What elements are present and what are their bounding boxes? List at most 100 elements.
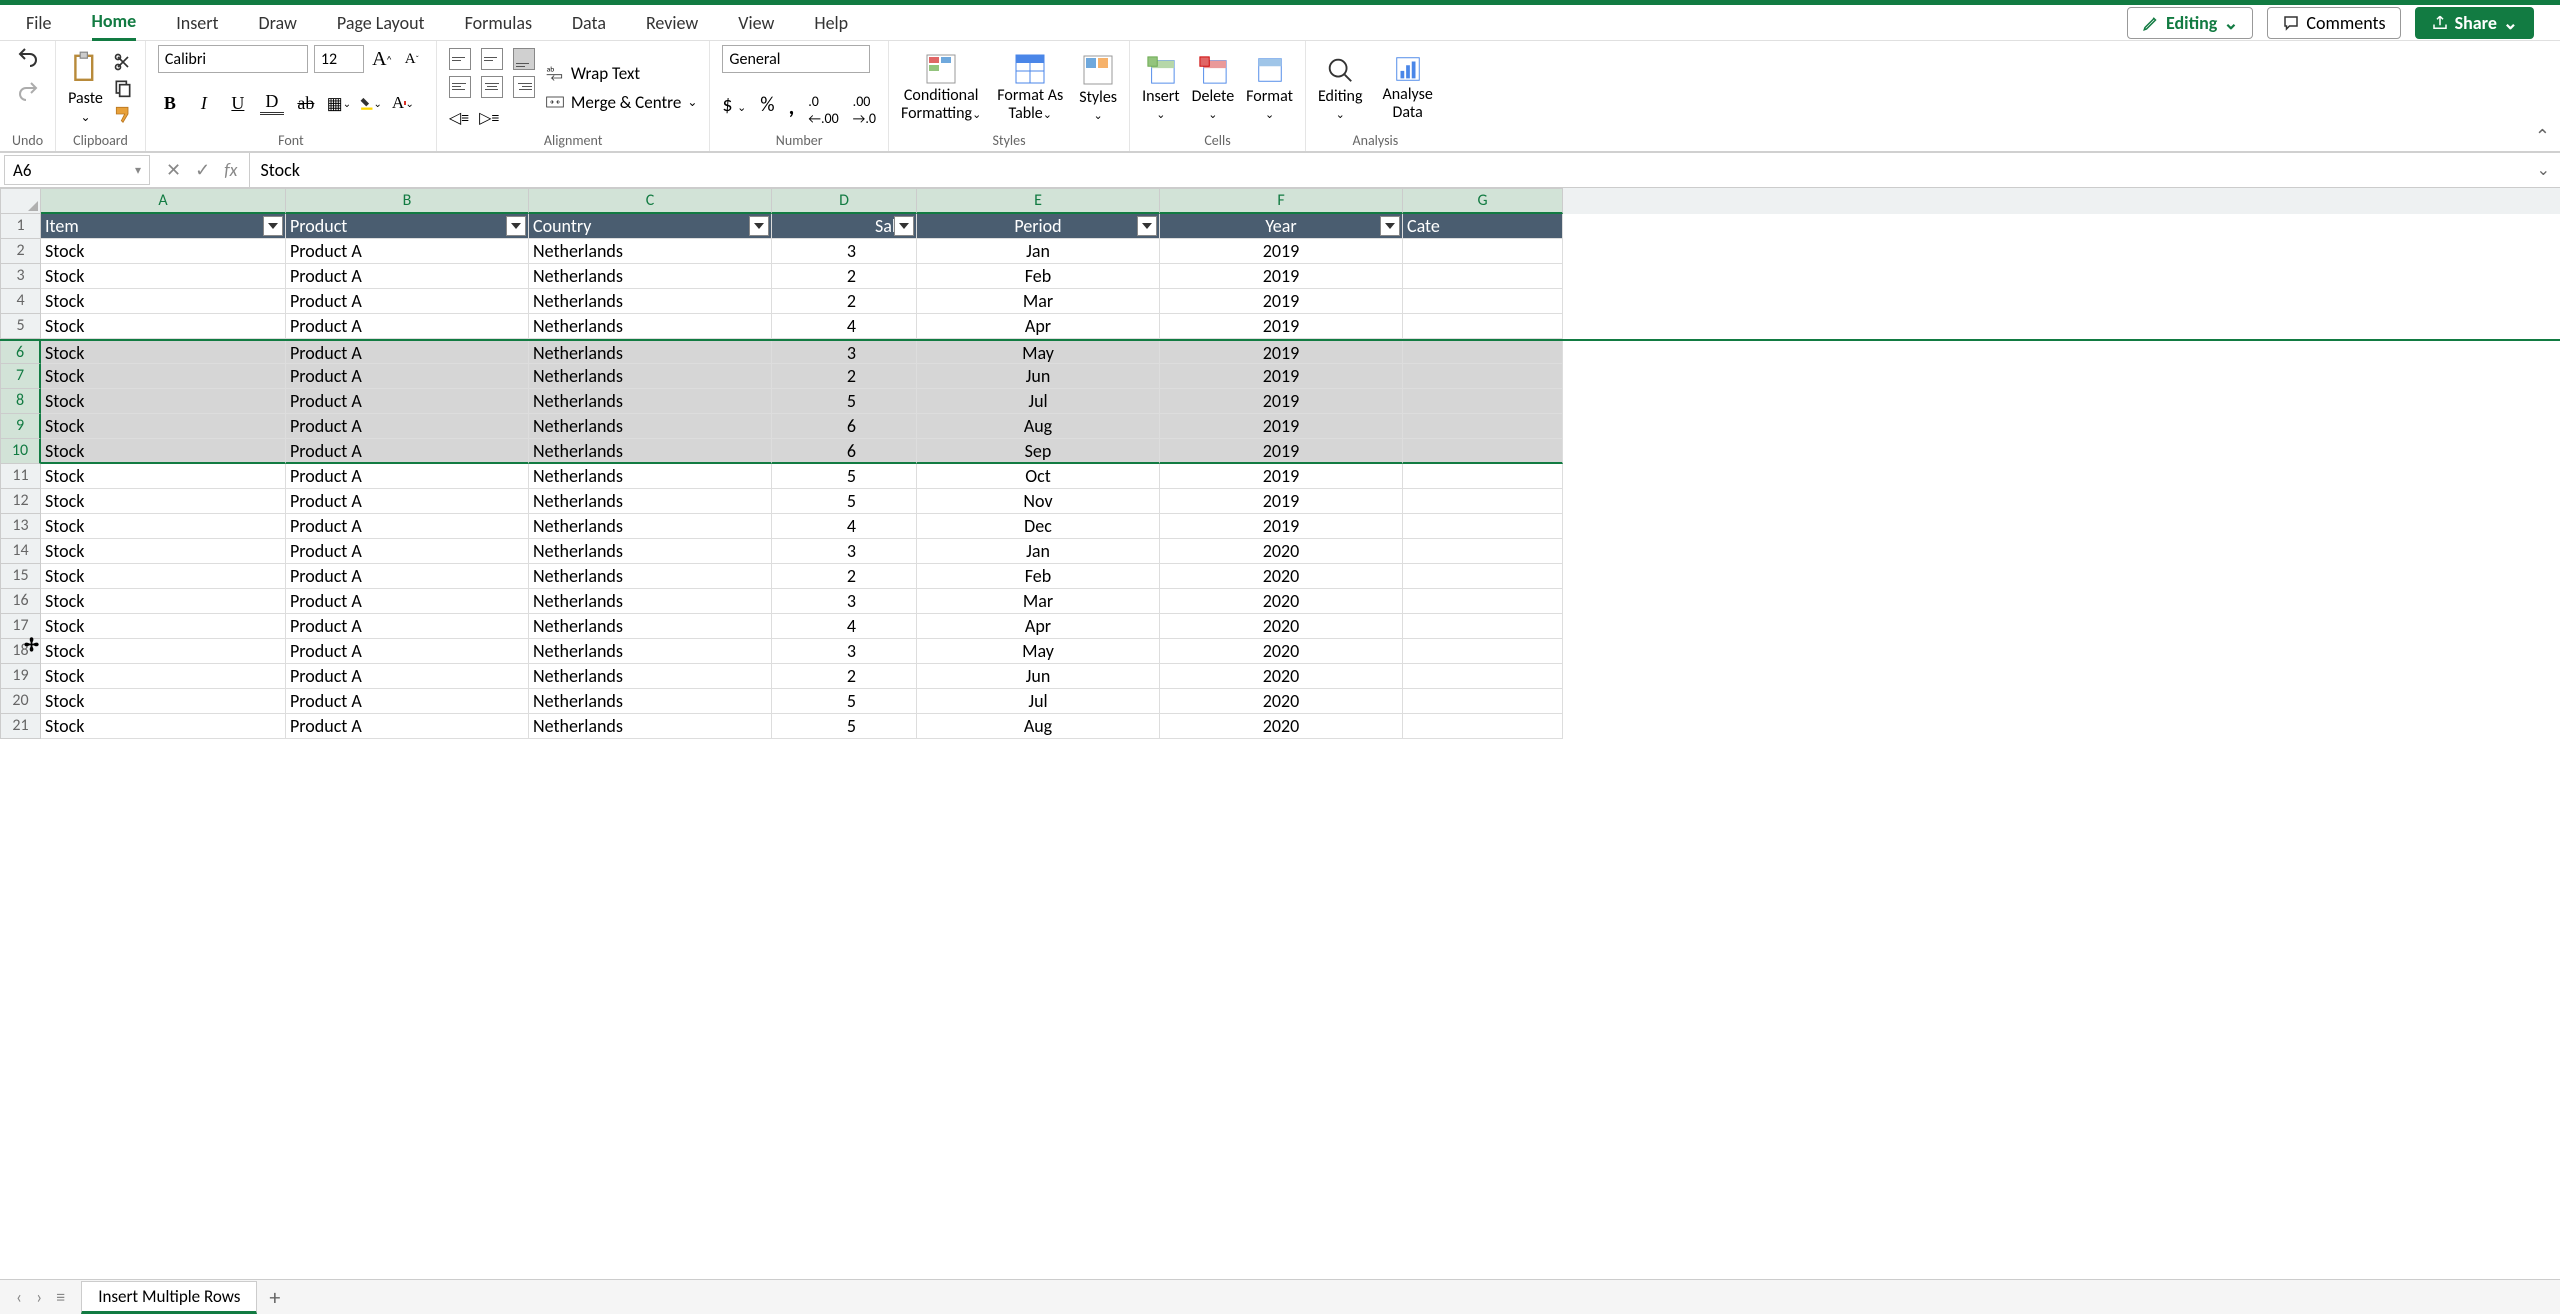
- cell[interactable]: May: [917, 639, 1160, 664]
- double-underline-button[interactable]: D: [260, 91, 284, 115]
- cell[interactable]: Stock: [41, 514, 286, 539]
- cell[interactable]: Mar: [917, 589, 1160, 614]
- cell[interactable]: Stock: [41, 714, 286, 739]
- cell[interactable]: Product A: [286, 389, 529, 414]
- tab-home[interactable]: Home: [92, 4, 137, 41]
- cell[interactable]: Product A: [286, 514, 529, 539]
- cell[interactable]: Product A: [286, 689, 529, 714]
- cell[interactable]: Product A: [286, 264, 529, 289]
- cell[interactable]: Netherlands: [529, 589, 772, 614]
- table-header-cell[interactable]: Sales: [772, 214, 917, 239]
- borders-button[interactable]: ▦⌄: [328, 92, 350, 114]
- font-name-input[interactable]: [158, 45, 308, 73]
- row-header[interactable]: 17: [0, 614, 41, 639]
- row-header[interactable]: 11: [0, 464, 41, 489]
- cell[interactable]: Netherlands: [529, 389, 772, 414]
- tab-data[interactable]: Data: [572, 6, 606, 40]
- tab-view[interactable]: View: [738, 6, 774, 40]
- cell[interactable]: [1403, 689, 1563, 714]
- add-sheet-button[interactable]: +: [257, 1284, 292, 1311]
- cell[interactable]: 2: [772, 264, 917, 289]
- filter-dropdown-icon[interactable]: [506, 216, 526, 236]
- decrease-indent-button[interactable]: ◁≡: [449, 108, 469, 128]
- cell[interactable]: Netherlands: [529, 341, 772, 364]
- tab-formulas[interactable]: Formulas: [465, 6, 532, 40]
- cell[interactable]: Stock: [41, 589, 286, 614]
- cell[interactable]: [1403, 439, 1563, 464]
- column-header-A[interactable]: A: [41, 188, 286, 214]
- cell[interactable]: 2020: [1160, 539, 1403, 564]
- cell[interactable]: Stock: [41, 489, 286, 514]
- table-header-cell[interactable]: Period: [917, 214, 1160, 239]
- cell[interactable]: Stock: [41, 439, 286, 464]
- cell[interactable]: [1403, 639, 1563, 664]
- cell[interactable]: 4: [772, 514, 917, 539]
- cell[interactable]: 2019: [1160, 264, 1403, 289]
- cell[interactable]: Sep: [917, 439, 1160, 464]
- cell[interactable]: 4: [772, 314, 917, 339]
- increase-decimal-button[interactable]: .0←.00: [808, 93, 838, 127]
- bold-button[interactable]: B: [158, 91, 182, 115]
- select-all-corner[interactable]: [0, 188, 41, 214]
- filter-dropdown-icon[interactable]: [1380, 216, 1400, 236]
- cell[interactable]: [1403, 514, 1563, 539]
- row-header[interactable]: 5: [0, 314, 41, 339]
- cell[interactable]: Product A: [286, 364, 529, 389]
- cell[interactable]: 5: [772, 689, 917, 714]
- insert-cells-button[interactable]: Insert⌄: [1142, 55, 1180, 121]
- redo-icon[interactable]: [16, 79, 40, 103]
- column-header-B[interactable]: B: [286, 188, 529, 214]
- cell[interactable]: May: [917, 341, 1160, 364]
- row-header[interactable]: 16: [0, 589, 41, 614]
- cell[interactable]: Product A: [286, 239, 529, 264]
- cell[interactable]: [1403, 664, 1563, 689]
- cell[interactable]: 2019: [1160, 289, 1403, 314]
- cell[interactable]: Product A: [286, 414, 529, 439]
- cell[interactable]: [1403, 239, 1563, 264]
- align-top-button[interactable]: [449, 48, 471, 70]
- align-center-button[interactable]: [481, 76, 503, 98]
- row-header[interactable]: 20: [0, 689, 41, 714]
- row-header[interactable]: 8: [0, 389, 41, 414]
- cell[interactable]: [1403, 714, 1563, 739]
- cell[interactable]: 3: [772, 341, 917, 364]
- cell[interactable]: Netherlands: [529, 464, 772, 489]
- decrease-decimal-button[interactable]: .00→.0: [853, 93, 876, 127]
- copy-icon[interactable]: [113, 78, 133, 98]
- strikethrough-button[interactable]: ab: [294, 91, 318, 115]
- conditional-formatting-button[interactable]: ConditionalFormatting⌄: [901, 53, 981, 122]
- format-cells-button[interactable]: Format⌄: [1246, 55, 1293, 121]
- sheet-prev-icon[interactable]: ‹: [16, 1286, 22, 1308]
- cell[interactable]: Dec: [917, 514, 1160, 539]
- cell[interactable]: [1403, 539, 1563, 564]
- underline-button[interactable]: U: [226, 91, 250, 115]
- cell[interactable]: Product A: [286, 464, 529, 489]
- name-box[interactable]: A6 ▾: [4, 155, 150, 185]
- decrease-font-icon[interactable]: Aˇ: [400, 47, 424, 71]
- cell[interactable]: 2020: [1160, 714, 1403, 739]
- tab-draw[interactable]: Draw: [259, 6, 297, 40]
- filter-dropdown-icon[interactable]: [263, 216, 283, 236]
- cell[interactable]: Netherlands: [529, 664, 772, 689]
- cell[interactable]: Mar: [917, 289, 1160, 314]
- cell[interactable]: [1403, 264, 1563, 289]
- cell[interactable]: Netherlands: [529, 564, 772, 589]
- increase-font-icon[interactable]: A^: [370, 47, 394, 71]
- cell[interactable]: Jan: [917, 539, 1160, 564]
- percent-button[interactable]: %: [760, 93, 774, 127]
- column-header-G[interactable]: G: [1403, 188, 1563, 214]
- cell[interactable]: Product A: [286, 489, 529, 514]
- cell[interactable]: Stock: [41, 239, 286, 264]
- cell[interactable]: Jul: [917, 689, 1160, 714]
- fx-icon[interactable]: fx: [224, 159, 237, 181]
- row-header[interactable]: 12: [0, 489, 41, 514]
- merge-centre-button[interactable]: Merge & Centre ⌄: [545, 92, 698, 113]
- cell[interactable]: Apr: [917, 614, 1160, 639]
- row-header[interactable]: 13: [0, 514, 41, 539]
- cell[interactable]: Product A: [286, 589, 529, 614]
- row-header[interactable]: 7: [0, 364, 41, 389]
- cell[interactable]: 2: [772, 364, 917, 389]
- comma-button[interactable]: ,: [789, 93, 795, 127]
- cut-icon[interactable]: [113, 52, 133, 72]
- cell[interactable]: 2019: [1160, 414, 1403, 439]
